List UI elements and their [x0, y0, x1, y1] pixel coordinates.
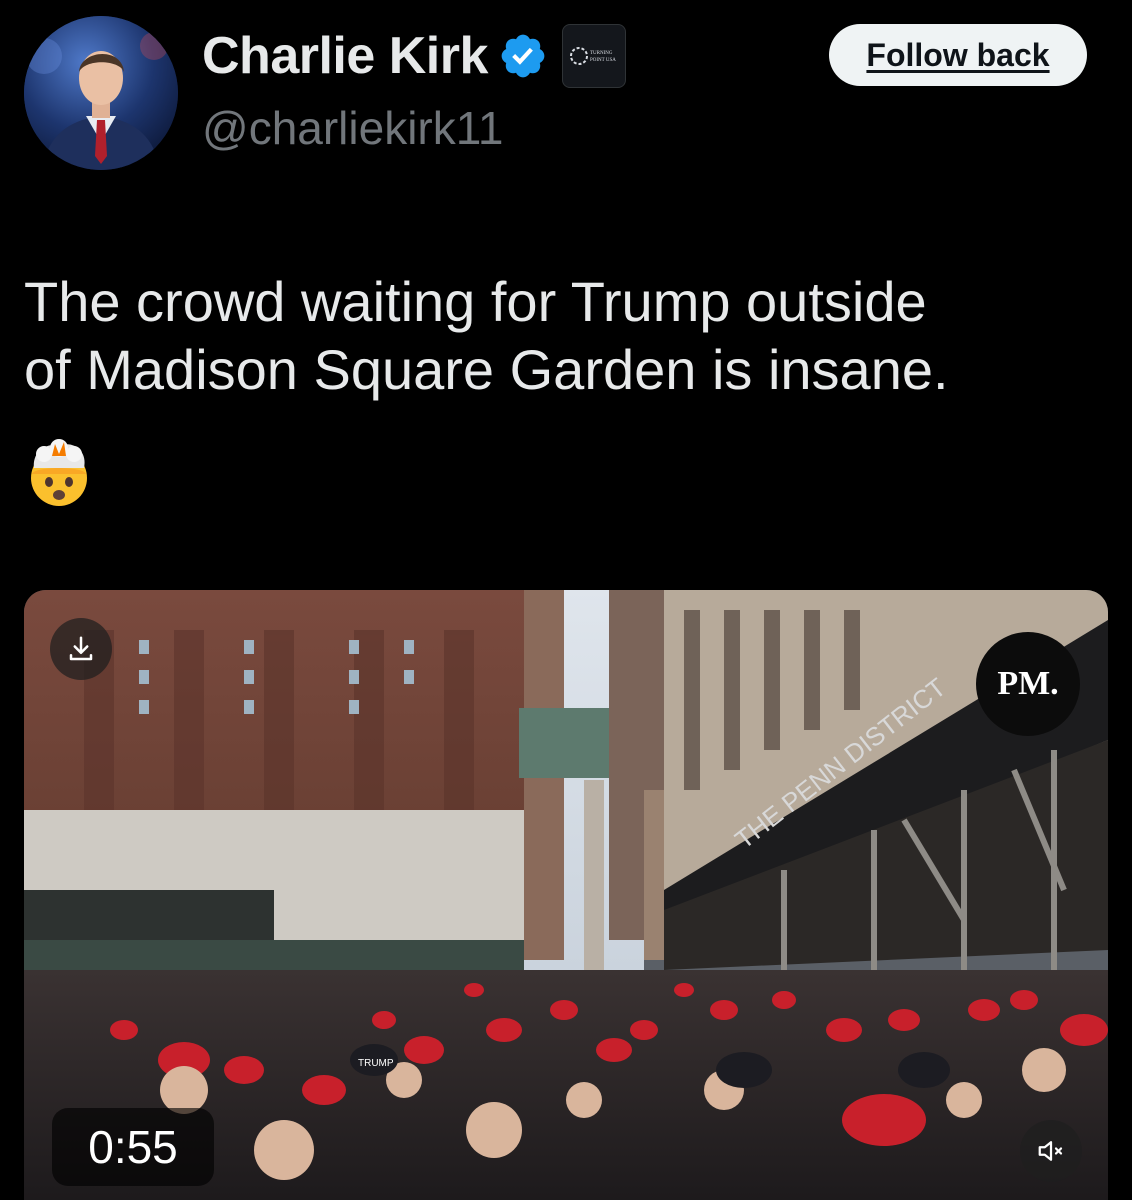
avatar-image [24, 16, 178, 170]
tweet-detail: Charlie Kirk TURNING POINT USA @charliek… [0, 0, 1132, 1200]
author-avatar[interactable] [24, 16, 178, 170]
pm-watermark: PM. [976, 632, 1080, 736]
download-button[interactable] [50, 618, 112, 680]
follow-back-button[interactable]: Follow back [829, 24, 1087, 86]
affiliation-text: TURNING [590, 51, 613, 56]
affiliation-text-2: POINT USA [590, 58, 616, 63]
affiliation-badge[interactable]: TURNING POINT USA [561, 24, 626, 88]
author-display-name[interactable]: Charlie Kirk [202, 26, 488, 86]
author-handle[interactable]: @charliekirk11 [202, 100, 504, 156]
turning-point-usa-badge: TURNING POINT USA [569, 47, 616, 65]
tweet-text: The crowd waiting for Trump outside of M… [24, 270, 949, 401]
verified-badge-icon[interactable] [498, 31, 548, 81]
video-timestamp: 0:55 [52, 1108, 214, 1186]
download-icon [69, 636, 93, 661]
speaker-muted-icon [1038, 1141, 1063, 1161]
exploding-head-emoji [31, 439, 87, 506]
trump-hat-text: TRUMP [358, 1058, 394, 1069]
mute-button[interactable] [1020, 1120, 1082, 1182]
author-name-row: Charlie Kirk TURNING POINT USA [202, 24, 626, 88]
